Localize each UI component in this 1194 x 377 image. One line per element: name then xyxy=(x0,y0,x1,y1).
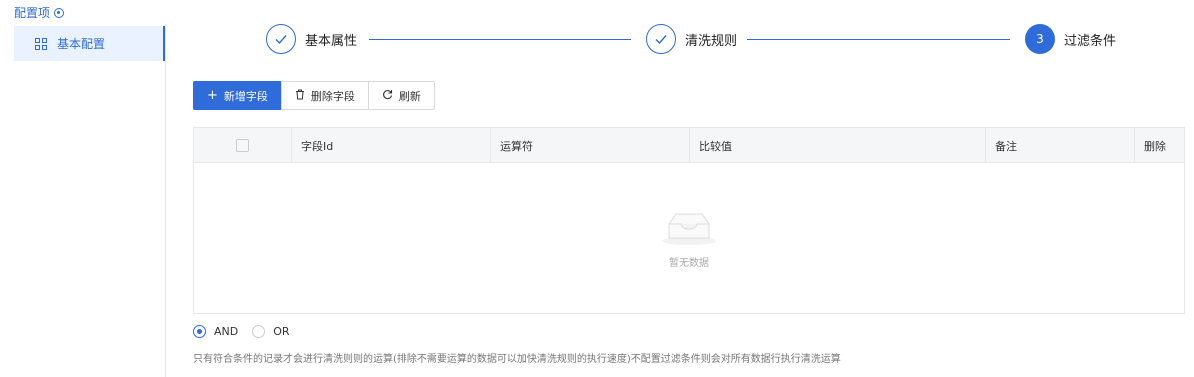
radio-indicator xyxy=(252,325,266,338)
settings-icon[interactable] xyxy=(54,7,65,18)
step-label: 基本属性 xyxy=(305,33,358,49)
filter-table: 字段Id 运算符 比较值 备注 删除 暂无数据 xyxy=(193,127,1185,314)
step-number: 3 xyxy=(1025,24,1055,54)
radio-and[interactable]: AND xyxy=(193,325,238,338)
hint-text: 只有符合条件的记录才会进行清洗则则的运算(排除不需要运算的数据可以加快清洗规则的… xyxy=(193,354,841,365)
step-progress: 基本属性 清洗规则 3 过滤条件 xyxy=(266,24,1116,56)
empty-inbox-icon xyxy=(662,213,716,245)
radio-indicator xyxy=(193,325,206,338)
empty-text: 暂无数据 xyxy=(669,257,709,269)
grid-icon xyxy=(35,37,47,50)
step-label: 过滤条件 xyxy=(1064,33,1117,49)
empty-state: 暂无数据 xyxy=(194,164,1184,314)
refresh-label: 刷新 xyxy=(398,89,421,103)
step-filter-conditions[interactable]: 3 过滤条件 xyxy=(1025,24,1116,54)
sidebar-title-label: 配置项 xyxy=(14,6,51,20)
select-all-checkbox[interactable] xyxy=(236,139,249,152)
select-all-cell xyxy=(194,128,291,163)
page: 配置项 基本配置 基本属性 清洗规则 3 过滤条件 + 新增字段 删除字段 刷新… xyxy=(0,0,1194,377)
sidebar-item-label: 基本配置 xyxy=(57,37,106,51)
refresh-button[interactable]: 刷新 xyxy=(367,81,435,110)
column-header: 删除 xyxy=(1134,128,1185,163)
column-header: 备注 xyxy=(985,128,1134,163)
sidebar-divider xyxy=(165,24,166,377)
step-basic-attributes[interactable]: 基本属性 xyxy=(266,24,357,54)
column-header: 运算符 xyxy=(490,128,689,163)
column-header: 比较值 xyxy=(689,128,985,163)
sidebar-item-basic-config[interactable]: 基本配置 xyxy=(14,26,165,61)
step-connector xyxy=(369,39,631,40)
refresh-icon xyxy=(382,89,393,103)
delete-field-button[interactable]: 删除字段 xyxy=(280,81,369,110)
radio-label: OR xyxy=(273,325,290,338)
plus-icon: + xyxy=(207,88,218,103)
radio-or[interactable]: OR xyxy=(252,325,290,338)
radio-label: AND xyxy=(214,325,239,338)
table-header: 字段Id 运算符 比较值 备注 删除 xyxy=(194,128,1184,163)
check-icon xyxy=(266,24,296,54)
logic-radio-group: AND OR xyxy=(193,325,304,338)
column-header: 字段Id xyxy=(291,128,490,163)
delete-field-label: 删除字段 xyxy=(310,89,355,103)
toolbar: + 新增字段 删除字段 刷新 xyxy=(193,81,435,110)
add-field-label: 新增字段 xyxy=(223,89,268,103)
step-cleaning-rules[interactable]: 清洗规则 xyxy=(646,24,737,54)
check-icon xyxy=(646,24,676,54)
step-connector xyxy=(747,39,1010,40)
trash-icon xyxy=(295,89,305,103)
add-field-button[interactable]: + 新增字段 xyxy=(193,81,282,110)
step-label: 清洗规则 xyxy=(685,33,738,49)
sidebar-title: 配置项 xyxy=(14,4,65,21)
